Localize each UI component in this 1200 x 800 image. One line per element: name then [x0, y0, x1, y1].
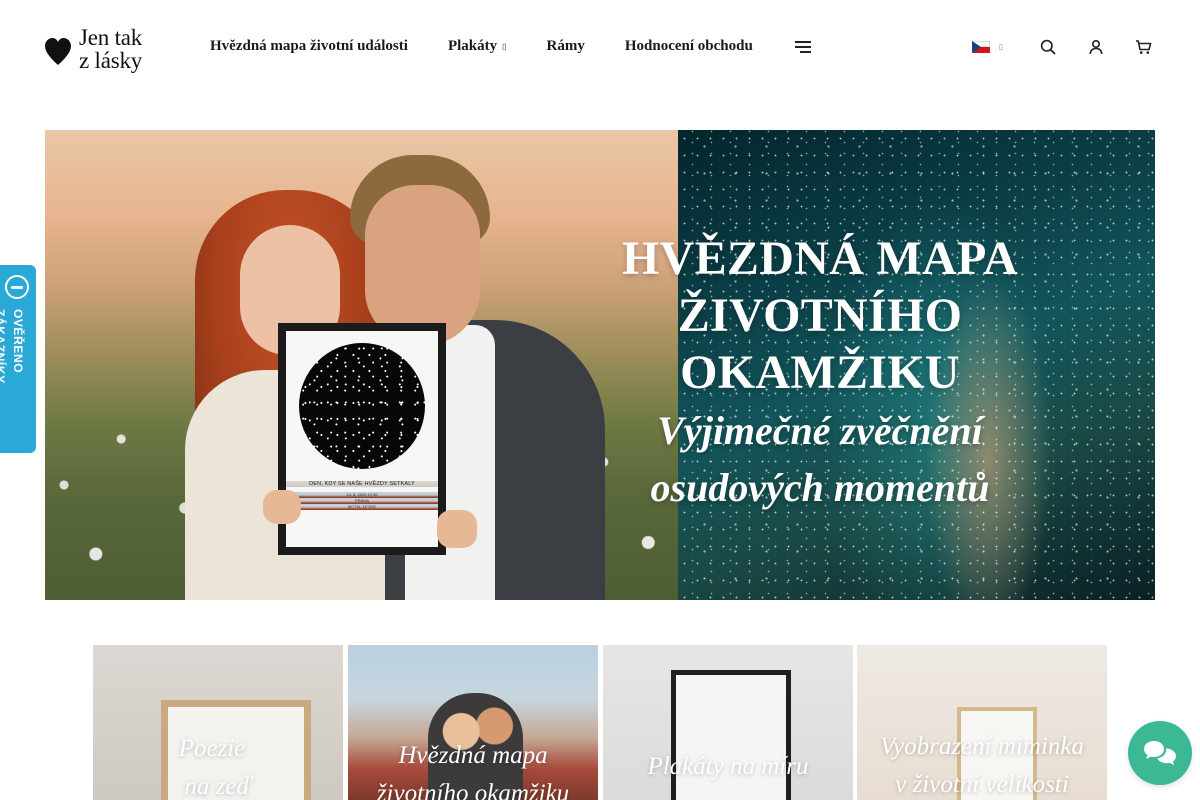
cart-icon[interactable]: [1135, 38, 1153, 56]
language-caret-icon[interactable]: ▯: [999, 43, 1003, 51]
category-tile-poetry[interactable]: Poezie na zeď: [93, 645, 343, 800]
category-tile-custom-posters[interactable]: Plakáty na míru: [603, 645, 853, 800]
chevron-down-icon: ▯: [502, 42, 507, 51]
main-nav: Hvězdná mapa životní události Plakáty ▯ …: [210, 38, 811, 55]
nav-item-shop-reviews[interactable]: Hodnocení obchodu: [625, 38, 753, 55]
nav-item-posters[interactable]: Plakáty ▯: [448, 38, 507, 55]
tile-label: Vyobrazení miminka v životní velikosti: [857, 728, 1107, 800]
search-icon[interactable]: [1039, 38, 1057, 56]
tile-label-line-1: Hvězdná mapa: [398, 742, 548, 769]
logo-text: Jen tak z lásky: [79, 26, 142, 72]
site-header: Jen tak z lásky Hvězdná mapa životní udá…: [0, 0, 1200, 100]
tile-label-line-2: životního okamžiku: [376, 780, 570, 800]
poster-coords: 50°7'N, 14°25'E: [286, 504, 438, 510]
tile-label: Poezie na zeď: [93, 730, 343, 800]
category-tile-star-map[interactable]: Hvězdná mapa životního okamžiku: [348, 645, 598, 800]
tile-label-line-1: Plakáty na míru: [647, 753, 809, 780]
tile-label-line-1: Vyobrazení miminka: [880, 733, 1084, 760]
hero-title-line-1: HVĚZDNÁ MAPA: [621, 232, 1018, 285]
tile-label-line-2: na zeď: [184, 773, 252, 800]
hero-subtitle-line-1: Výjimečné zvěčnění: [657, 408, 983, 453]
header-tools: ▯: [972, 38, 1153, 56]
hero-subtitle: Výjimečné zvěčnění osudových momentů: [550, 402, 1090, 516]
logo-line-2: z lásky: [79, 48, 143, 73]
nav-item-star-map[interactable]: Hvězdná mapa životní události: [210, 38, 408, 55]
hero-title: HVĚZDNÁ MAPA ŽIVOTNÍHO OKAMŽIKU: [550, 230, 1090, 401]
nav-item-frames[interactable]: Rámy: [547, 38, 585, 55]
user-icon[interactable]: [1087, 38, 1105, 56]
tile-label: Plakáty na míru: [603, 748, 853, 786]
chat-button[interactable]: [1128, 721, 1192, 785]
tile-label: Hvězdná mapa životního okamžiku: [348, 737, 598, 800]
badge-label: OVĚŘENO ZÁKAZNÍKY: [0, 309, 25, 384]
hero-title-line-2: ŽIVOTNÍHO OKAMŽIKU: [677, 289, 963, 399]
logo-link[interactable]: Jen tak z lásky: [45, 26, 142, 72]
flag-cz-icon[interactable]: [972, 41, 990, 53]
nav-item-label: Rámy: [546, 38, 585, 54]
poster-caption: DEN, KDY SE NAŠE HVĚZDY SETKALY: [286, 481, 438, 487]
verified-seal-icon: [5, 275, 29, 299]
heart-icon: [45, 38, 71, 65]
tile-label-line-2: v životní velikosti: [895, 771, 1069, 798]
verified-by-customers-badge[interactable]: OVĚŘENO ZÁKAZNÍKY: [0, 265, 36, 453]
nav-item-label: Hvězdná mapa životní události: [210, 38, 408, 54]
tile-label-line-1: Poezie: [178, 735, 246, 762]
nav-item-label: Plakáty: [447, 38, 498, 54]
category-tile-baby-portrait[interactable]: Vyobrazení miminka v životní velikosti: [857, 645, 1107, 800]
logo-line-1: Jen tak: [79, 25, 143, 50]
category-tiles: Poezie na zeď Hvězdná mapa životního oka…: [93, 645, 1107, 800]
hero-banner[interactable]: DEN, KDY SE NAŠE HVĚZDY SETKALY 14. 8. 2…: [45, 130, 1155, 600]
chat-icon: [1144, 741, 1176, 765]
star-map-poster: DEN, KDY SE NAŠE HVĚZDY SETKALY 14. 8. 2…: [278, 323, 446, 555]
menu-icon[interactable]: [794, 40, 811, 53]
star-map-circle: [299, 343, 425, 469]
nav-item-label: Hodnocení obchodu: [624, 38, 753, 54]
hero-subtitle-line-2: osudových momentů: [650, 465, 990, 510]
